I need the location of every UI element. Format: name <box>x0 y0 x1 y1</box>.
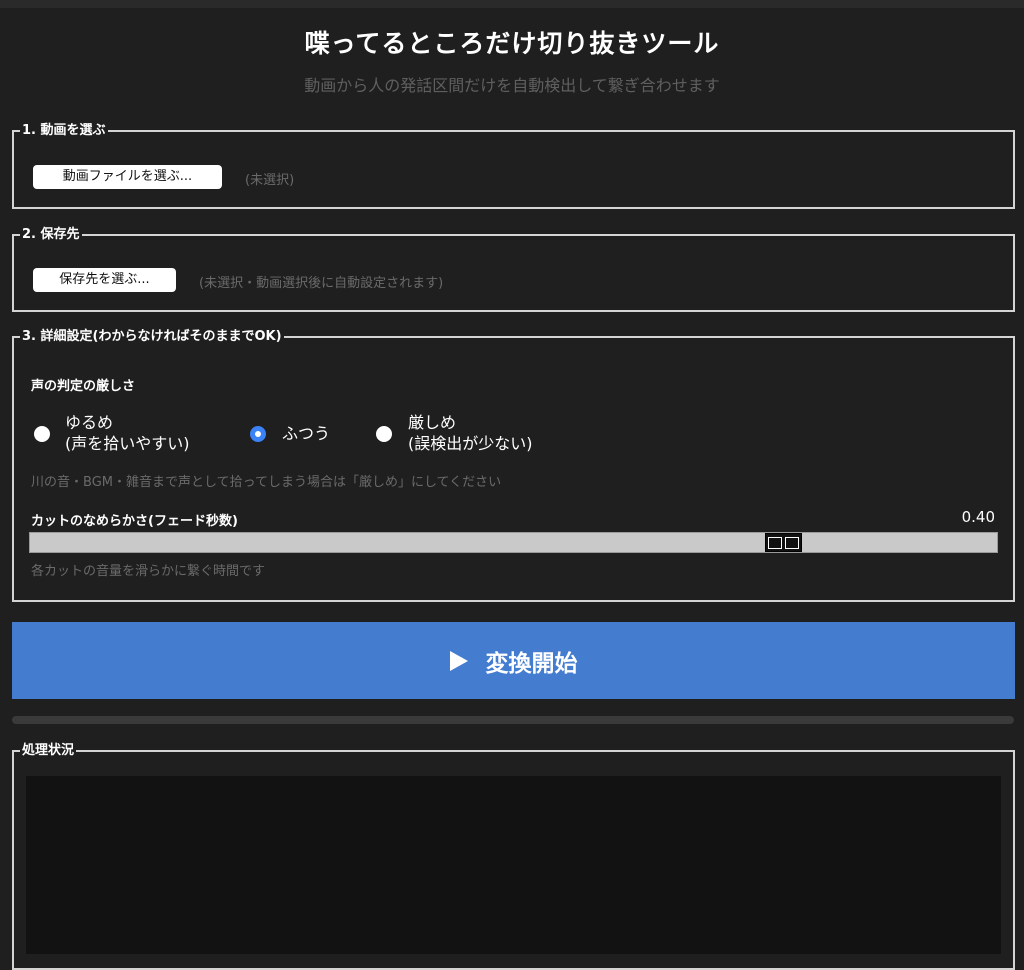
step1-legend: 1. 動画を選ぶ <box>22 123 106 138</box>
page-title: 喋ってるところだけ切り抜きツール <box>304 29 720 58</box>
radio-normal[interactable] <box>250 426 266 442</box>
radio-loose-title: ゆるめ <box>65 413 114 432</box>
fade-value: 0.40 <box>961 508 995 526</box>
output-status-text: (未選択・動画選択後に自動設定されます) <box>199 276 444 291</box>
fade-slider[interactable] <box>29 532 998 553</box>
radio-strict-label[interactable]: 厳しめ (誤検出が少ない) <box>408 412 533 454</box>
fade-slider-handle[interactable] <box>765 533 802 552</box>
choose-output-button[interactable]: 保存先を選ぶ... <box>33 268 176 292</box>
start-button-label: 変換開始 <box>485 650 578 677</box>
radio-loose[interactable] <box>34 426 50 442</box>
step3-legend: 3. 詳細設定(わからなければそのままでOK) <box>22 329 282 344</box>
play-icon <box>449 650 468 671</box>
radio-normal-label[interactable]: ふつう <box>282 423 330 444</box>
radio-loose-label[interactable]: ゆるめ (声を拾いやすい) <box>65 412 190 454</box>
fade-hint: 各カットの音量を滑らかに繋ぐ時間です <box>31 564 266 579</box>
choose-video-button[interactable]: 動画ファイルを選ぶ... <box>33 165 222 189</box>
radio-strict[interactable] <box>376 426 392 442</box>
progress-bar <box>12 716 1014 724</box>
start-conversion-button[interactable]: 変換開始 <box>12 622 1015 699</box>
status-log[interactable] <box>26 776 1001 954</box>
top-strip <box>0 0 1024 8</box>
sensitivity-hint: 川の音・BGM・雑音まで声として拾ってしまう場合は「厳しめ」にしてください <box>31 475 502 490</box>
radio-strict-title: 厳しめ <box>408 413 457 432</box>
radio-strict-note: (誤検出が少ない) <box>408 434 533 453</box>
radio-loose-note: (声を拾いやすい) <box>65 434 190 453</box>
sensitivity-label: 声の判定の厳しさ <box>31 379 136 394</box>
step2-legend: 2. 保存先 <box>22 227 80 242</box>
status-legend: 処理状況 <box>22 743 75 758</box>
page-subtitle: 動画から人の発話区間だけを自動検出して繋ぎ合わせます <box>304 76 720 95</box>
fade-label: カットのなめらかさ(フェード秒数) <box>31 514 238 529</box>
video-status-text: (未選択) <box>245 173 295 188</box>
